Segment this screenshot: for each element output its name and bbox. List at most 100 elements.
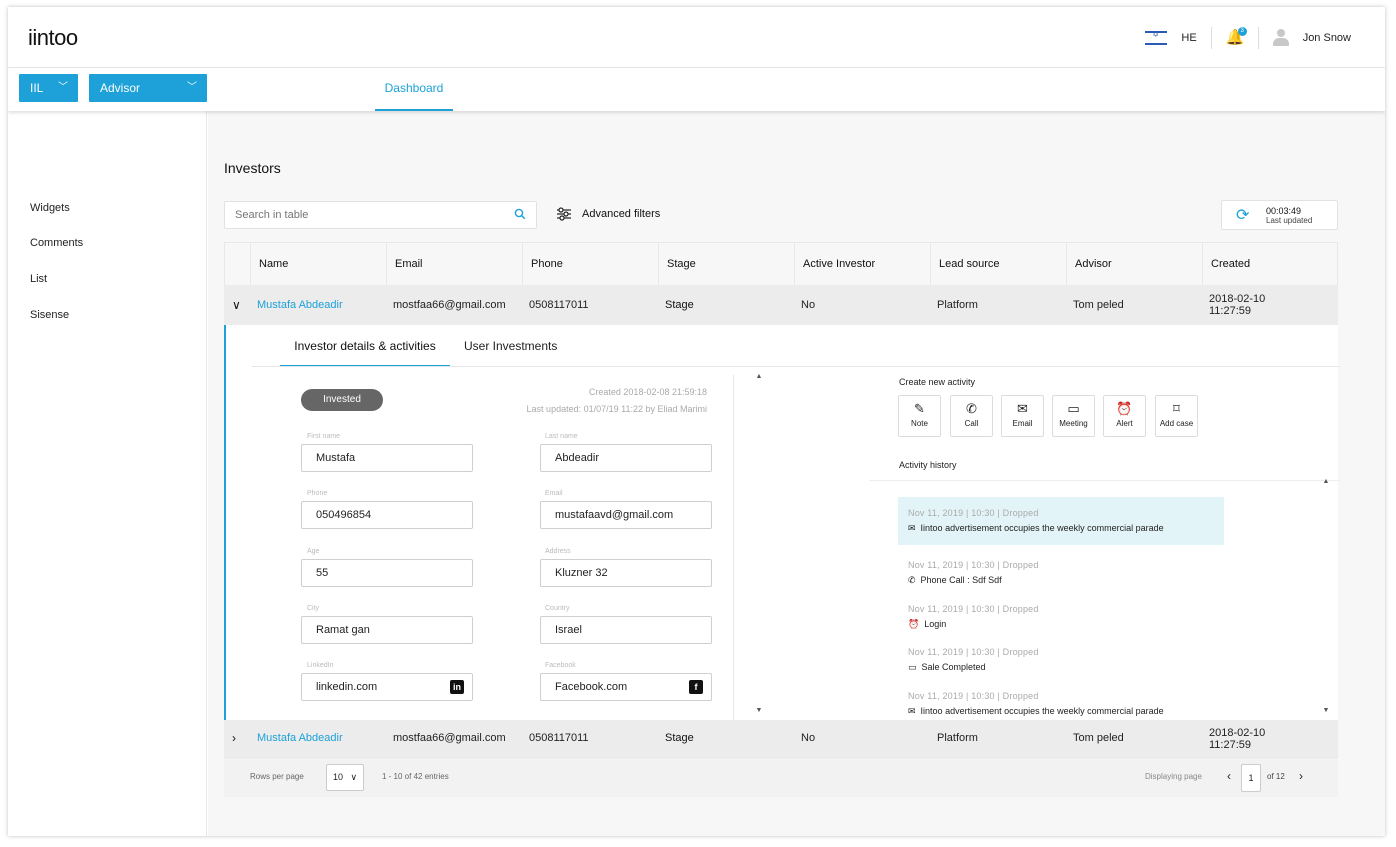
email-button-label: Email xyxy=(1012,419,1033,428)
age-field[interactable]: 55 xyxy=(301,559,473,587)
username[interactable]: Jon Snow xyxy=(1303,32,1351,44)
column-header-name[interactable]: Name xyxy=(250,243,386,286)
sidebar-item-comments[interactable]: Comments xyxy=(30,237,83,249)
tab-investor-details[interactable]: Investor details & activities xyxy=(280,325,450,367)
cell-advisor: Tom peled xyxy=(1073,299,1124,311)
advanced-filters-button[interactable]: Advanced filters xyxy=(556,207,660,221)
status-badge[interactable]: Invested xyxy=(301,389,383,411)
israel-flag-icon[interactable] xyxy=(1145,30,1168,45)
cell-email: mostfaa66@gmail.com xyxy=(393,732,506,744)
country-field[interactable]: Israel xyxy=(540,616,712,644)
alarm-icon: ⏰ xyxy=(908,619,920,629)
cell-active: No xyxy=(801,299,816,311)
linkedin-value: linkedin.com xyxy=(316,681,378,693)
meeting-button[interactable]: ▭ Meeting xyxy=(1052,395,1095,437)
role-select[interactable]: Advisor ﹀ xyxy=(89,74,207,102)
rows-per-page-select[interactable]: 10 ∨ xyxy=(326,764,364,791)
history-item[interactable]: Nov 11, 2019 | 10:30 | Dropped ✉ Iintoo a… xyxy=(898,497,1224,545)
first-name-field[interactable]: Mustafa xyxy=(301,444,473,472)
column-header-advisor[interactable]: Advisor xyxy=(1066,243,1202,286)
role-select-value: Advisor xyxy=(100,81,141,95)
cell-created: 2018-02-10 11:27:59 xyxy=(1201,720,1265,757)
table-row[interactable]: ∨ Mustafa Abdeadir mostfaa66@gmail.com 0… xyxy=(224,285,1338,325)
linkedin-field[interactable]: linkedin.com in xyxy=(301,673,473,701)
city-field[interactable]: Ramat gan xyxy=(301,616,473,644)
logo[interactable]: iintoo xyxy=(28,25,78,51)
page-number-input[interactable]: 1 xyxy=(1241,764,1261,792)
displaying-page-label: Displaying page xyxy=(1145,772,1202,781)
scroll-up-icon[interactable]: ▲ xyxy=(755,373,763,380)
investor-name-link[interactable]: Mustafa Abdeadir xyxy=(249,285,343,325)
chevron-right-icon[interactable]: › xyxy=(1299,769,1303,783)
table-footer: Rows per page 10 ∨ 1 - 10 of 42 entries … xyxy=(224,757,1338,797)
history-item[interactable]: Nov 11, 2019 | 10:30 | Dropped ⏰ Login xyxy=(898,604,1224,630)
rows-per-page-value: 10 xyxy=(333,772,344,782)
add-case-button[interactable]: ⌑ Add case xyxy=(1155,395,1198,437)
cell-phone: 0508117011 xyxy=(529,732,589,744)
chevron-left-icon[interactable]: ‹ xyxy=(1227,769,1231,783)
sliders-icon xyxy=(557,207,571,221)
cell-advisor: Tom peled xyxy=(1073,732,1124,744)
column-header-created[interactable]: Created xyxy=(1202,243,1339,286)
history-item[interactable]: Nov 11, 2019 | 10:30 | Dropped ✉ Iintoo a… xyxy=(898,691,1224,717)
call-button[interactable]: ✆ Call xyxy=(950,395,993,437)
history-item[interactable]: Nov 11, 2019 | 10:30 | Dropped ✆ Phone Ca… xyxy=(898,560,1224,586)
column-header-active-investor[interactable]: Active Investor xyxy=(794,243,930,286)
advanced-filters-label: Advanced filters xyxy=(582,208,661,220)
chevron-down-icon[interactable]: ∨ xyxy=(232,285,241,325)
facebook-value: Facebook.com xyxy=(555,681,628,693)
alert-button[interactable]: ⏰ Alert xyxy=(1103,395,1146,437)
sidebar-item-widgets[interactable]: Widgets xyxy=(30,202,70,214)
alarm-icon: ⏰ xyxy=(1116,401,1133,416)
sidebar-item-sisense[interactable]: Sisense xyxy=(30,309,69,321)
chevron-right-icon[interactable]: › xyxy=(232,720,236,757)
investor-name-link[interactable]: Mustafa Abdeadir xyxy=(249,720,343,757)
header-actions: HE 🔔3 Jon Snow xyxy=(1145,25,1351,51)
bell-icon[interactable]: 🔔 3 xyxy=(1226,27,1247,47)
last-name-field[interactable]: Abdeadir xyxy=(540,444,712,472)
scroll-down-icon[interactable]: ▼ xyxy=(755,707,763,714)
history-meta: Nov 11, 2019 | 10:30 | Dropped xyxy=(908,560,1039,570)
history-item[interactable]: Nov 11, 2019 | 10:30 | Dropped ▭ Sale Com… xyxy=(898,647,1224,673)
user-avatar-icon[interactable] xyxy=(1272,29,1289,47)
cell-email: mostfaa66@gmail.com xyxy=(393,299,506,311)
column-header-stage[interactable]: Stage xyxy=(658,243,794,286)
region-select[interactable]: IIL ﹀ xyxy=(19,74,78,102)
cell-stage: Stage xyxy=(665,299,694,311)
cell-stage: Stage xyxy=(665,732,694,744)
phone-label: Phone xyxy=(307,490,328,497)
note-button[interactable]: ✎ Note xyxy=(898,395,941,437)
facebook-icon[interactable]: f xyxy=(689,680,703,694)
tab-user-investments[interactable]: User Investments xyxy=(464,325,557,367)
rows-per-page-label: Rows per page xyxy=(250,772,304,781)
refresh-icon: ⟳ xyxy=(1236,207,1250,224)
history-meta: Nov 11, 2019 | 10:30 | Dropped xyxy=(908,604,1039,614)
divider xyxy=(252,366,1340,367)
search-icon[interactable] xyxy=(514,208,526,220)
search-input[interactable] xyxy=(224,201,537,229)
phone-field[interactable]: 050496854 xyxy=(301,501,473,529)
address-label: Address xyxy=(545,548,571,555)
linkedin-icon[interactable]: in xyxy=(450,680,464,694)
case-icon: ⌑ xyxy=(1173,401,1180,416)
email-button[interactable]: ✉ Email xyxy=(1001,395,1044,437)
refresh-button[interactable]: ⟳ 00:03:49 Last updated xyxy=(1221,200,1338,230)
language-toggle[interactable]: HE xyxy=(1181,32,1196,44)
scroll-down-icon[interactable]: ▼ xyxy=(1322,707,1330,714)
investor-details-panel: Investor details & activities User Inves… xyxy=(224,325,1340,720)
phone-icon: ✆ xyxy=(908,575,916,585)
column-header-lead-source[interactable]: Lead source xyxy=(930,243,1066,286)
column-header-phone[interactable]: Phone xyxy=(522,243,658,286)
history-text: Sale Completed xyxy=(921,662,986,672)
address-field[interactable]: Kluzner 32 xyxy=(540,559,712,587)
scroll-up-icon[interactable]: ▲ xyxy=(1322,478,1330,485)
linkedin-label: LinkedIn xyxy=(307,662,334,669)
table-row[interactable]: › Mustafa Abdeadir mostfaa66@gmail.com 0… xyxy=(224,720,1338,757)
column-header-email[interactable]: Email xyxy=(386,243,522,286)
sidebar-item-list[interactable]: List xyxy=(30,273,47,285)
history-text: Phone Call : Sdf Sdf xyxy=(920,575,1002,585)
facebook-label: Facebook xyxy=(545,662,576,669)
tab-dashboard[interactable]: Dashboard xyxy=(375,68,453,111)
facebook-field[interactable]: Facebook.com f xyxy=(540,673,712,701)
email-field[interactable]: mustafaavd@gmail.com xyxy=(540,501,712,529)
